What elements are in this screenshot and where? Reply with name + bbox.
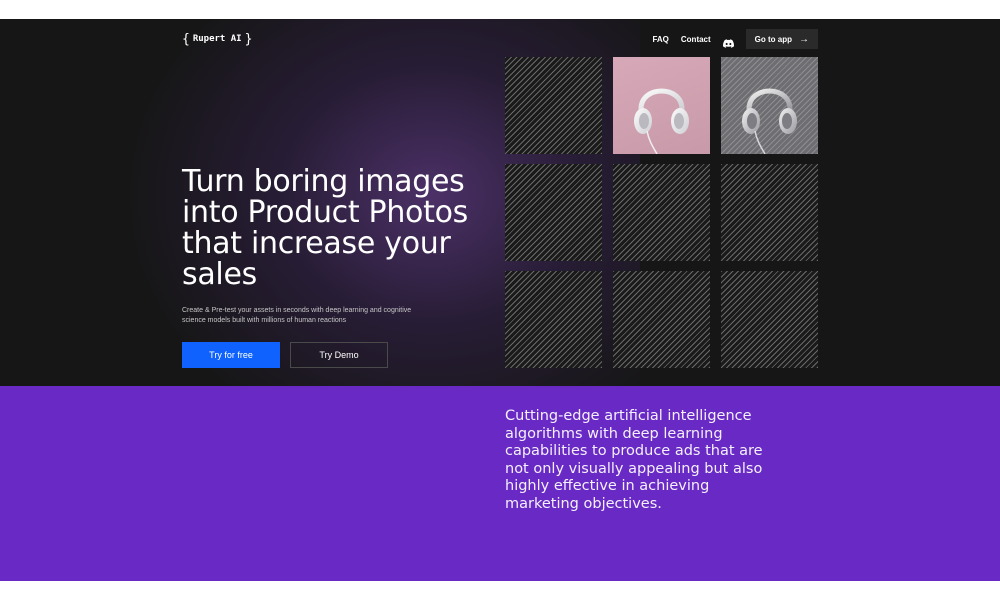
gallery-tile-placeholder [613, 164, 710, 261]
page: { Rupert AI } FAQ Contact Go to app → Tu… [0, 0, 1000, 600]
nav-link-contact[interactable]: Contact [681, 35, 711, 44]
gallery-tile-placeholder [505, 164, 602, 261]
headphones-icon [634, 88, 689, 154]
gallery-tile-headphones-photo-gray [721, 57, 818, 154]
gallery-tile-headphones-photo [613, 57, 710, 154]
hero-section: { Rupert AI } FAQ Contact Go to app → Tu… [0, 19, 1000, 386]
gallery-tile-placeholder [505, 57, 602, 154]
logo[interactable]: { Rupert AI } [182, 32, 252, 47]
gallery-tile-placeholder [721, 271, 818, 368]
go-to-app-label: Go to app [754, 34, 792, 44]
gallery-tile-placeholder [721, 164, 818, 261]
image-gallery [505, 57, 818, 368]
gallery-tile-placeholder [505, 271, 602, 368]
hero-cta-row: Try for free Try Demo [182, 342, 388, 368]
nav-actions: FAQ Contact Go to app → [652, 29, 818, 49]
arrow-right-icon: → [799, 33, 809, 45]
try-for-free-button[interactable]: Try for free [182, 342, 280, 368]
top-nav: { Rupert AI } FAQ Contact Go to app → [182, 29, 818, 49]
logo-text: Rupert AI [192, 34, 242, 44]
try-demo-button[interactable]: Try Demo [290, 342, 388, 368]
logo-brace-close: } [244, 31, 253, 47]
headphones-icon [742, 88, 797, 154]
gallery-tile-placeholder [613, 271, 710, 368]
hero-headline: Turn boring images into Product Photos t… [182, 164, 468, 292]
discord-icon[interactable] [722, 35, 734, 48]
feature-description: Cutting-edge artificial intelligence alg… [505, 408, 763, 512]
logo-brace-open: { [182, 31, 190, 47]
hero-subtext: Create & Pre-test your assets in seconds… [182, 307, 412, 324]
nav-link-faq[interactable]: FAQ [652, 35, 668, 44]
go-to-app-button[interactable]: Go to app → [745, 29, 818, 49]
feature-band: Cutting-edge artificial intelligence alg… [0, 386, 1000, 581]
